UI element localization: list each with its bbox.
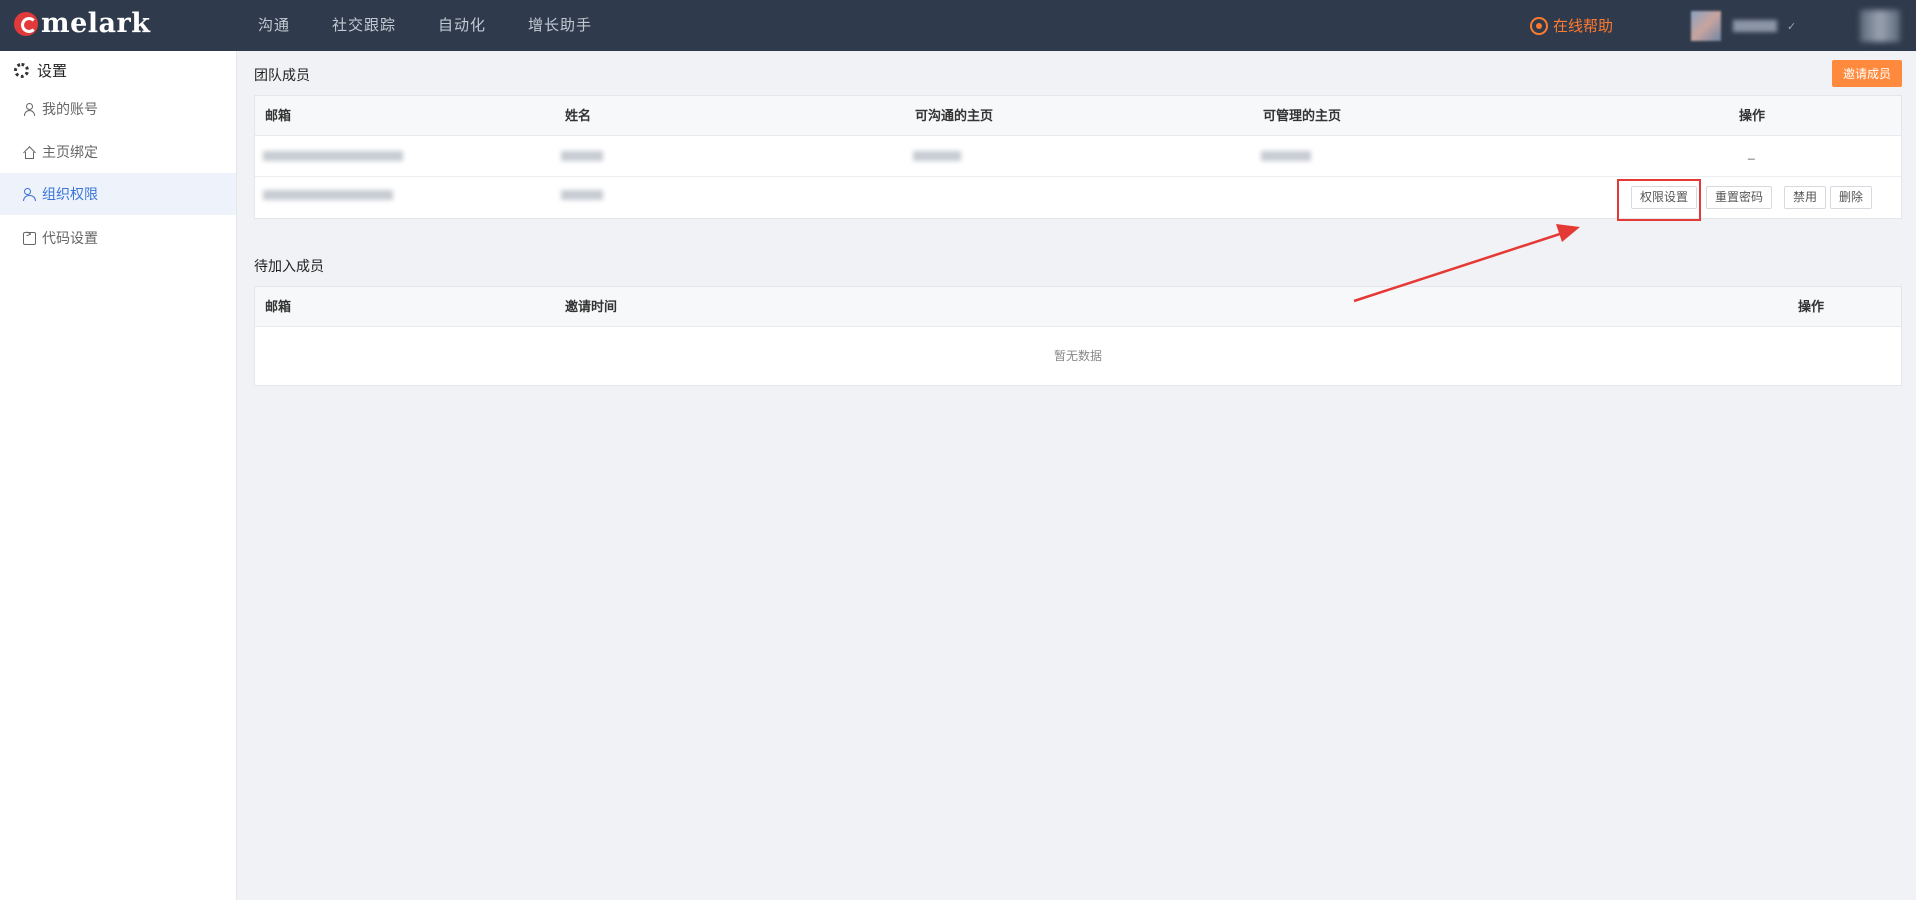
annotation-arrow [1353,224,1580,303]
